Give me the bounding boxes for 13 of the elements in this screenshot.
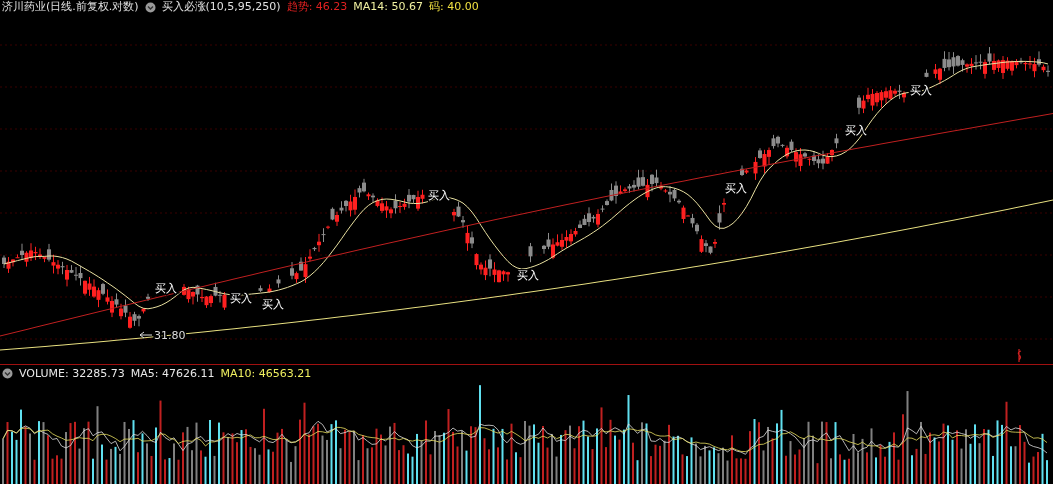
indicator-value: 码: 40.00 (429, 0, 479, 15)
indicator-value: MA14: 50.67 (353, 0, 424, 15)
buy-signal-label: 买入 (230, 291, 252, 305)
buy-signal-label: 买入 (517, 268, 539, 282)
indicator-name: 买入必涨(10,5,95,250) (161, 0, 281, 15)
indicator-value: 趋势: 46.23 (286, 0, 348, 15)
volume-value: MA10: 46563.21 (220, 366, 312, 381)
volume-value: VOLUME: 32285.73 (19, 366, 125, 381)
buy-signal-label: 买入 (155, 281, 177, 295)
volume-value: MA5: 47626.11 (130, 366, 215, 381)
buy-signal-label: 买入 (725, 181, 747, 195)
stock-title: 济川药业(日线.前复权.对数) (2, 0, 139, 15)
buy-signal-label: 买入 (262, 297, 284, 311)
